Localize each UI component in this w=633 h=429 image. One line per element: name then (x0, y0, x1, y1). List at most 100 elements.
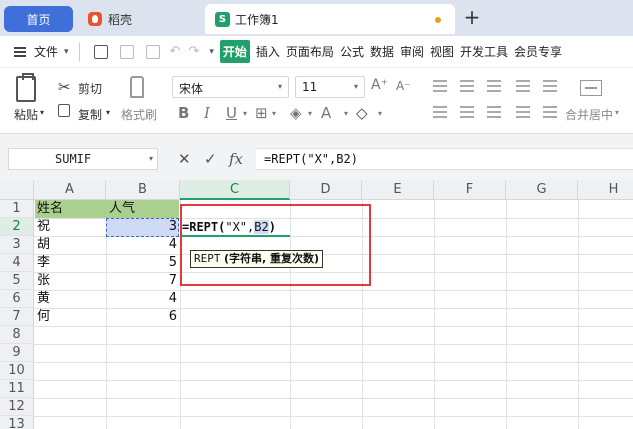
undo-icon[interactable]: ↶ (170, 44, 181, 59)
wrap-text-icon[interactable] (543, 80, 557, 92)
row-header-8[interactable]: 8 (0, 326, 34, 344)
column-header-h[interactable]: H (578, 180, 633, 200)
clear-format-icon[interactable]: ◇ (356, 104, 368, 122)
cell-b4[interactable]: 5 (106, 254, 180, 272)
column-header-f[interactable]: F (434, 180, 506, 200)
italic-icon[interactable]: I (204, 104, 210, 122)
align-bottom-icon[interactable] (487, 80, 501, 92)
new-tab-button[interactable]: + (462, 7, 482, 28)
underline-chevron-icon[interactable]: ▾ (243, 109, 247, 118)
spreadsheet-grid[interactable]: A B C D E F G H 1 2 3 4 5 6 7 8 9 10 11 … (0, 180, 633, 429)
name-box[interactable]: SUMIF ▾ (8, 148, 158, 170)
copy-chevron-icon[interactable]: ▾ (106, 108, 110, 117)
cell-a6[interactable]: 黄 (37, 290, 50, 308)
increase-font-icon[interactable]: A⁺ (371, 77, 388, 93)
tab-home[interactable]: 首页 (4, 6, 73, 32)
tab-daoke[interactable]: 稻壳 (80, 4, 200, 34)
column-header-d[interactable]: D (290, 180, 362, 200)
cell-b2[interactable]: 3 (106, 218, 180, 236)
paste-icon[interactable] (16, 73, 36, 102)
cancel-icon[interactable]: ✕ (178, 150, 191, 168)
font-color-chevron-icon[interactable]: ▾ (344, 109, 348, 118)
row-header-12[interactable]: 12 (0, 398, 34, 416)
row-header-10[interactable]: 10 (0, 362, 34, 380)
column-header-a[interactable]: A (34, 180, 106, 200)
decrease-font-icon[interactable]: A⁻ (396, 79, 411, 93)
cell-a2[interactable]: 祝 (37, 218, 50, 236)
column-header-g[interactable]: G (506, 180, 578, 200)
menu-tab-start[interactable]: 开始 (219, 40, 250, 63)
bold-icon[interactable]: B (178, 104, 189, 122)
cell-b6[interactable]: 4 (106, 290, 180, 308)
quick-access-chevron-icon[interactable]: ▾ (209, 47, 214, 57)
align-right-icon[interactable] (487, 106, 501, 118)
merge-center-icon[interactable] (580, 80, 602, 96)
cell-b1[interactable]: 人气 (109, 200, 135, 218)
menu-tab-page-layout[interactable]: 页面布局 (286, 43, 334, 60)
row-header-5[interactable]: 5 (0, 272, 34, 290)
menu-tab-formulas[interactable]: 公式 (340, 43, 364, 60)
font-family-select[interactable]: 宋体 ▾ (172, 76, 289, 98)
save-icon[interactable] (93, 44, 108, 59)
column-header-c[interactable]: C (180, 180, 290, 200)
column-header-e[interactable]: E (362, 180, 434, 200)
menu-tab-insert[interactable]: 插入 (256, 43, 280, 60)
redo-icon[interactable]: ↷ (188, 44, 199, 59)
row-header-11[interactable]: 11 (0, 380, 34, 398)
align-top-icon[interactable] (433, 80, 447, 92)
format-painter-button[interactable]: 格式刷 (121, 106, 157, 123)
cut-button[interactable]: 剪切 (78, 80, 102, 97)
underline-icon[interactable]: U (226, 104, 237, 122)
select-all-corner[interactable] (0, 180, 34, 200)
merge-chevron-icon[interactable]: ▾ (615, 108, 619, 117)
border-chevron-icon[interactable]: ▾ (272, 109, 276, 118)
scissors-icon[interactable]: ✂ (58, 78, 71, 96)
menu-tab-view[interactable]: 视图 (430, 43, 454, 60)
tab-workbook[interactable]: S 工作簿1 (205, 4, 455, 34)
row-header-9[interactable]: 9 (0, 344, 34, 362)
border-icon[interactable]: ⊞ (255, 104, 268, 122)
row-header-4[interactable]: 4 (0, 254, 34, 272)
cell-b7[interactable]: 6 (106, 308, 180, 326)
cell-b3[interactable]: 4 (106, 236, 180, 254)
cell-b5[interactable]: 7 (106, 272, 180, 290)
cell-a5[interactable]: 张 (37, 272, 50, 290)
row-header-6[interactable]: 6 (0, 290, 34, 308)
cell-a1[interactable]: 姓名 (37, 200, 63, 218)
font-color-icon[interactable]: A (321, 104, 331, 122)
menu-tab-developer[interactable]: 开发工具 (460, 43, 508, 60)
confirm-icon[interactable]: ✓ (204, 150, 217, 168)
distributed-icon[interactable] (543, 106, 557, 118)
print-preview-icon[interactable] (145, 44, 160, 59)
row-header-3[interactable]: 3 (0, 236, 34, 254)
align-middle-icon[interactable] (460, 80, 474, 92)
cell-a4[interactable]: 李 (37, 254, 50, 272)
row-header-1[interactable]: 1 (0, 200, 34, 218)
menu-tab-member[interactable]: 会员专享 (514, 43, 562, 60)
cell-a7[interactable]: 何 (37, 308, 50, 326)
file-menu[interactable]: 文件 ▾ (14, 43, 69, 60)
row-header-2[interactable]: 2 (0, 218, 34, 236)
justify-icon[interactable] (516, 106, 530, 118)
merge-center-button[interactable]: 合并居中 (565, 106, 613, 123)
cell-a3[interactable]: 胡 (37, 236, 50, 254)
row-header-13[interactable]: 13 (0, 416, 34, 429)
menu-tab-review[interactable]: 审阅 (400, 43, 424, 60)
row-header-7[interactable]: 7 (0, 308, 34, 326)
align-left-icon[interactable] (433, 106, 447, 118)
align-center-icon[interactable] (460, 106, 474, 118)
print-icon[interactable] (119, 44, 134, 59)
copy-icon[interactable] (58, 104, 70, 117)
fill-color-icon[interactable]: ◈ (290, 104, 302, 122)
menu-tab-data[interactable]: 数据 (370, 43, 394, 60)
clear-chevron-icon[interactable]: ▾ (378, 109, 382, 118)
paste-chevron-icon[interactable]: ▾ (40, 108, 44, 117)
formula-input[interactable]: =REPT("X",B2) (256, 148, 633, 170)
copy-button[interactable]: 复制 (78, 106, 102, 123)
column-header-b[interactable]: B (106, 180, 180, 200)
font-size-select[interactable]: 11 ▾ (295, 76, 365, 98)
paste-button[interactable]: 粘贴 (14, 106, 38, 123)
fill-chevron-icon[interactable]: ▾ (308, 109, 312, 118)
insert-function-icon[interactable]: fx (229, 150, 243, 168)
orientation-icon[interactable] (516, 80, 530, 92)
